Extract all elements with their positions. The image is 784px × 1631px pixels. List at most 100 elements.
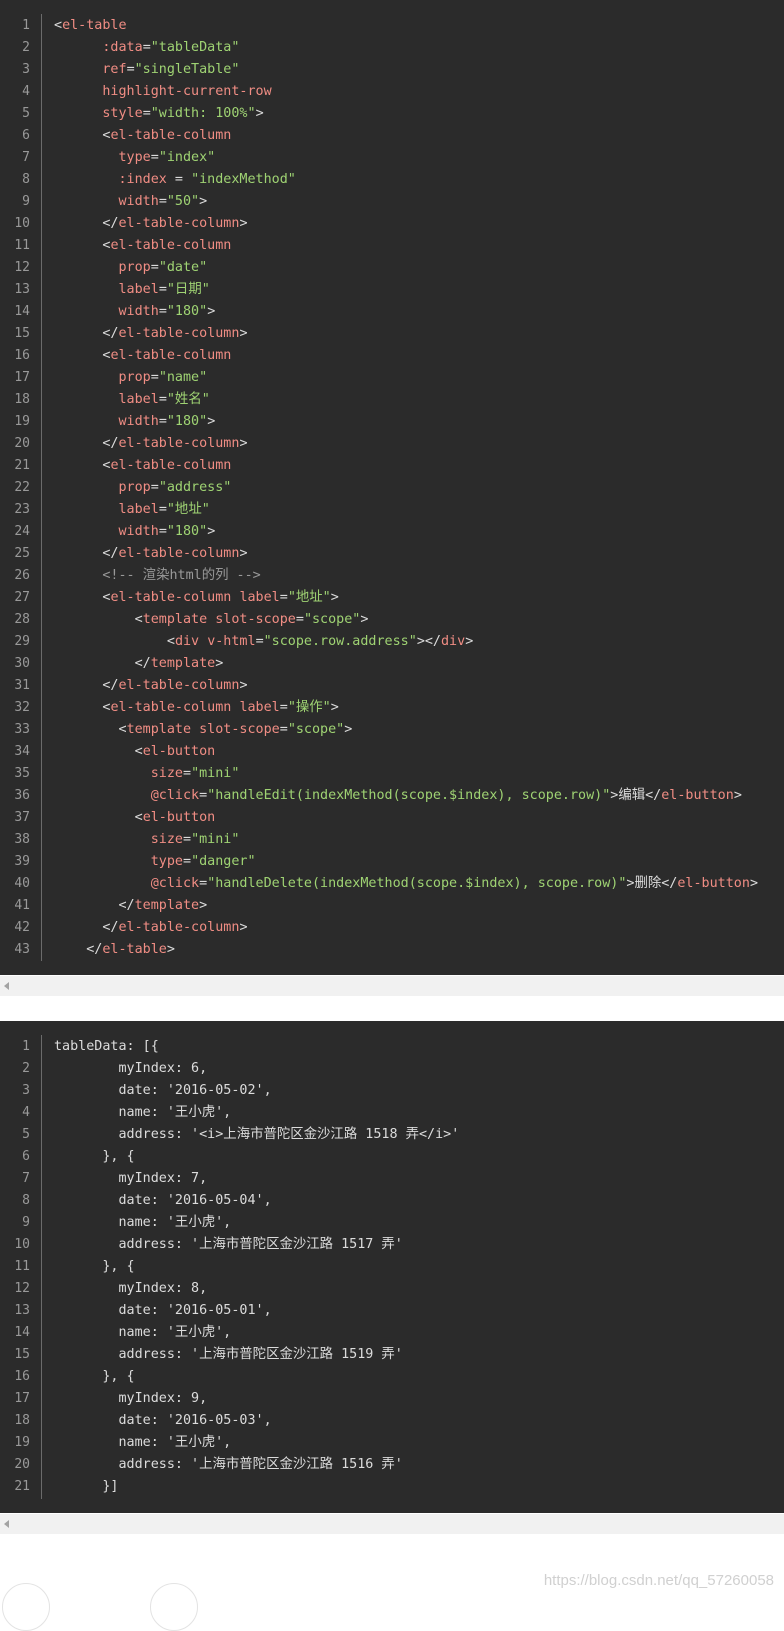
code-token: = xyxy=(158,502,167,517)
code-text: <template slot-scope="scope"> xyxy=(54,609,369,631)
code-token: "indexMethod" xyxy=(191,172,296,187)
line-number: 2 xyxy=(22,1061,30,1076)
code-text: style="width: 100%"> xyxy=(54,103,264,125)
line-number: 37 xyxy=(14,810,30,825)
code-text: </el-table-column> xyxy=(54,543,248,565)
code-text: address: '上海市普陀区金沙江路 1516 弄' xyxy=(54,1454,402,1476)
code-line: 12 prop="date" xyxy=(0,257,784,279)
horizontal-scrollbar[interactable] xyxy=(0,976,784,996)
code-line: 16 }, { xyxy=(0,1366,784,1388)
code-token: prop xyxy=(118,370,151,385)
code-line: 32 <el-table-column label="操作"> xyxy=(0,697,784,719)
line-number: 1 xyxy=(22,1039,30,1054)
code-token: "地址" xyxy=(166,502,210,517)
code-token: label xyxy=(239,700,280,715)
code-token: label xyxy=(239,590,280,605)
code-token: el-table-column xyxy=(110,700,232,715)
code-token: < xyxy=(54,700,111,715)
code-token: el-button xyxy=(142,744,216,759)
line-number: 16 xyxy=(14,348,30,363)
code-token: width xyxy=(118,524,159,539)
code-token: > xyxy=(215,656,224,671)
code-token: el-table-column xyxy=(118,678,240,693)
code-token: myIndex: 7, xyxy=(54,1171,208,1186)
code-token: < xyxy=(54,458,111,473)
code-token: slot-scope xyxy=(215,612,296,627)
line-number: 7 xyxy=(22,1171,30,1186)
code-text: name: '王小虎', xyxy=(54,1102,231,1124)
line-number: 3 xyxy=(22,1083,30,1098)
code-token: = xyxy=(158,282,167,297)
like-icon[interactable] xyxy=(2,1583,50,1631)
code-text: label="地址" xyxy=(54,499,210,521)
code-text: size="mini" xyxy=(54,829,240,851)
code-line: 18 label="姓名" xyxy=(0,389,784,411)
code-token: tableData: [{ xyxy=(54,1039,159,1054)
code-lines: 1 tableData: [{ 2 myIndex: 6, 3 date: '2016… xyxy=(0,1036,784,1498)
code-token: = xyxy=(158,304,167,319)
code-line: 30 </template> xyxy=(0,653,784,675)
code-line: 3 ref="singleTable" xyxy=(0,59,784,81)
code-line: 15 address: '上海市普陀区金沙江路 1519 弄' xyxy=(0,1344,784,1366)
scrollbar-track[interactable] xyxy=(14,976,784,996)
code-token: el-table-column xyxy=(110,238,232,253)
code-text: myIndex: 9, xyxy=(54,1388,207,1410)
code-token: > xyxy=(239,546,248,561)
code-token: "danger" xyxy=(191,854,256,869)
code-token: > xyxy=(255,106,264,121)
code-token: "singleTable" xyxy=(134,62,240,77)
code-text: <el-table-column xyxy=(54,125,231,147)
code-line: 34 <el-button xyxy=(0,741,784,763)
line-number: 39 xyxy=(14,854,30,869)
code-line: 1 <el-table xyxy=(0,15,784,37)
code-token: </ xyxy=(54,436,119,451)
scroll-left-arrow-icon[interactable] xyxy=(4,982,9,990)
code-text: date: '2016-05-04', xyxy=(54,1190,271,1212)
comment-icon[interactable] xyxy=(150,1583,198,1631)
line-number: 13 xyxy=(14,282,30,297)
code-line: 27 <el-table-column label="地址"> xyxy=(0,587,784,609)
code-line: 20 </el-table-column> xyxy=(0,433,784,455)
line-number: 24 xyxy=(14,524,30,539)
line-number: 14 xyxy=(14,1325,30,1340)
code-token: = xyxy=(199,876,208,891)
scroll-left-arrow-icon[interactable] xyxy=(4,1520,9,1528)
line-number: 40 xyxy=(14,876,30,891)
code-token: "180" xyxy=(166,304,208,319)
line-number: 18 xyxy=(14,392,30,407)
code-line: 19 width="180"> xyxy=(0,411,784,433)
line-number: 13 xyxy=(14,1303,30,1318)
code-token: > xyxy=(239,436,248,451)
code-token: prop xyxy=(118,260,151,275)
code-token: el-table-column xyxy=(118,216,240,231)
code-token: > xyxy=(166,942,175,957)
horizontal-scrollbar[interactable] xyxy=(0,1514,784,1534)
code-text: label="日期" xyxy=(54,279,210,301)
code-text: }] xyxy=(54,1476,118,1498)
code-token: < xyxy=(54,634,175,649)
code-token: myIndex: 6, xyxy=(54,1061,208,1076)
code-token: < xyxy=(54,590,111,605)
code-text: date: '2016-05-01', xyxy=(54,1300,271,1322)
code-token: el-table-column xyxy=(110,590,232,605)
line-number: 1 xyxy=(22,18,30,33)
code-token: < xyxy=(54,348,111,363)
code-line: 2 myIndex: 6, xyxy=(0,1058,784,1080)
line-number: 5 xyxy=(22,106,30,121)
code-token: template xyxy=(142,612,208,627)
code-token: > xyxy=(239,326,248,341)
code-token: myIndex: 9, xyxy=(54,1391,208,1406)
line-number: 12 xyxy=(14,1281,30,1296)
scrollbar-track[interactable] xyxy=(14,1514,784,1534)
line-number: 8 xyxy=(22,1193,30,1208)
code-text: tableData: [{ xyxy=(54,1036,159,1058)
code-token: "tableData" xyxy=(150,40,240,55)
line-number: 21 xyxy=(14,1479,30,1494)
code-token: </ xyxy=(54,920,119,935)
code-token: > xyxy=(344,722,353,737)
